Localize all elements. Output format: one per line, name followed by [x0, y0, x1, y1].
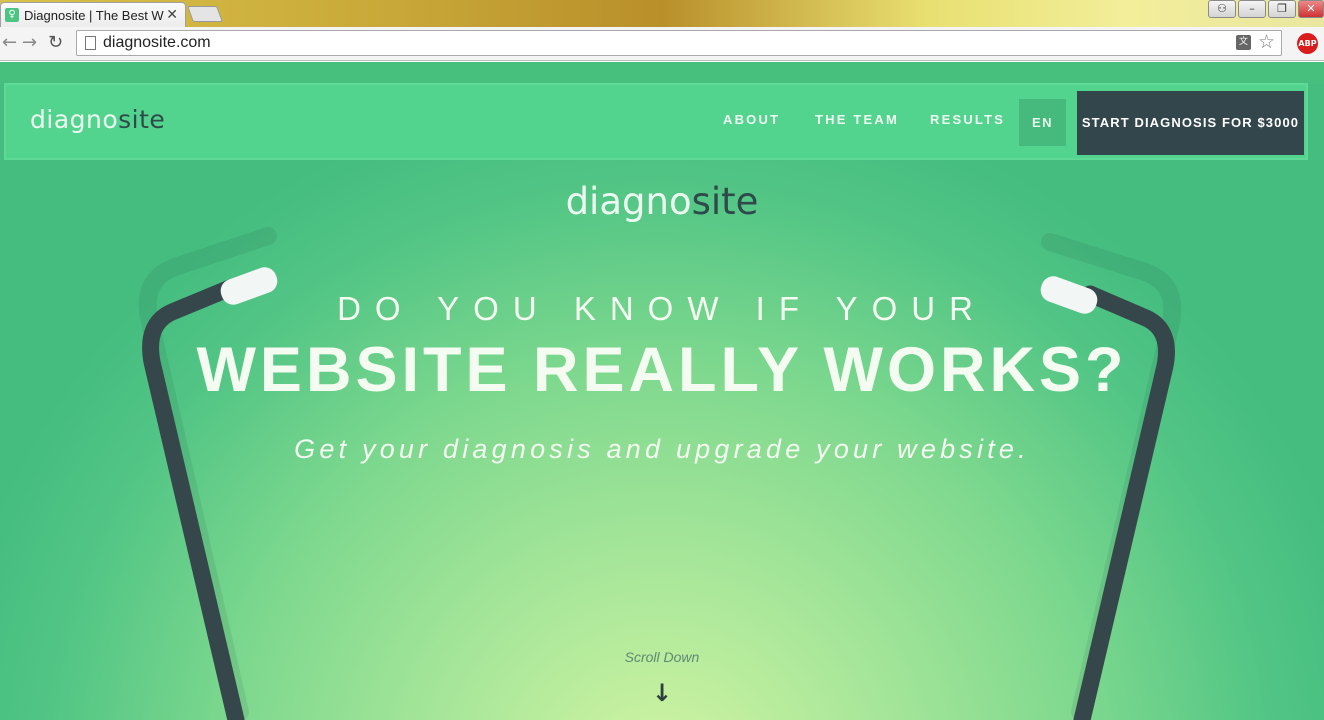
address-bar[interactable]: diagnosite.com 文 ☆ — [76, 30, 1282, 56]
scroll-down-arrow-icon[interactable]: ↓ — [0, 679, 1324, 707]
forward-arrow-icon[interactable]: → — [22, 32, 37, 53]
adblock-icon[interactable]: ABP — [1297, 33, 1318, 54]
page-viewport: diagnosite ABOUT THE TEAM RESULTS EN STA… — [0, 62, 1324, 720]
nav-link-about[interactable]: ABOUT — [723, 112, 780, 127]
site-navbar: diagnosite ABOUT THE TEAM RESULTS EN STA… — [4, 83, 1308, 160]
browser-tab[interactable]: ♀ Diagnosite | The Best W ✕ — [0, 2, 186, 27]
browser-toolbar: ← → ↻ diagnosite.com 文 ☆ ABP — [0, 27, 1324, 61]
language-button[interactable]: EN — [1019, 99, 1066, 146]
hero-logo-text-dark: site — [691, 180, 759, 223]
site-logo[interactable]: diagnosite — [30, 105, 165, 134]
url-text[interactable]: diagnosite.com — [103, 34, 211, 52]
hero-subtitle: Get your diagnosis and upgrade your webs… — [294, 434, 1030, 464]
nav-link-results[interactable]: RESULTS — [930, 112, 1005, 127]
start-diagnosis-button[interactable]: START DIAGNOSIS FOR $3000 — [1077, 91, 1304, 155]
logo-text-light: diag — [30, 105, 87, 134]
user-icon[interactable]: ⚇ — [1208, 0, 1236, 18]
back-arrow-icon[interactable]: ← — [2, 32, 17, 53]
maximize-button[interactable]: ❐ — [1268, 0, 1296, 18]
scroll-down-label[interactable]: Scroll Down — [0, 649, 1324, 665]
nav-link-the-team[interactable]: THE TEAM — [815, 112, 899, 127]
hero-logo-text-light: diag — [565, 180, 646, 223]
tab-close-icon[interactable]: ✕ — [166, 7, 178, 23]
hero-headline-line2: WEBSITE REALLY WORKS? — [196, 335, 1128, 405]
browser-titlebar: ♀ Diagnosite | The Best W ✕ ⚇ – ❐ ✕ — [0, 0, 1324, 27]
new-tab-button[interactable] — [187, 6, 223, 22]
reload-icon[interactable]: ↻ — [48, 32, 63, 53]
hero-logo: diagnosite — [0, 180, 1324, 223]
tab-title: Diagnosite | The Best W — [24, 7, 164, 23]
translate-icon[interactable]: 文 — [1236, 35, 1251, 50]
stethoscope-favicon-icon: ♀ — [5, 8, 19, 22]
close-window-button[interactable]: ✕ — [1298, 0, 1324, 18]
logo-text-dark: site — [118, 105, 166, 134]
minimize-button[interactable]: – — [1238, 0, 1266, 18]
page-icon — [85, 36, 96, 50]
window-controls: ⚇ – ❐ ✕ — [1206, 0, 1324, 18]
hero-logo-text-magnifier: no — [645, 180, 692, 223]
hero-headline-line1: DO YOU KNOW IF YOUR — [337, 290, 987, 327]
logo-text-magnifier: no — [86, 105, 119, 134]
bookmark-star-icon[interactable]: ☆ — [1258, 31, 1275, 53]
